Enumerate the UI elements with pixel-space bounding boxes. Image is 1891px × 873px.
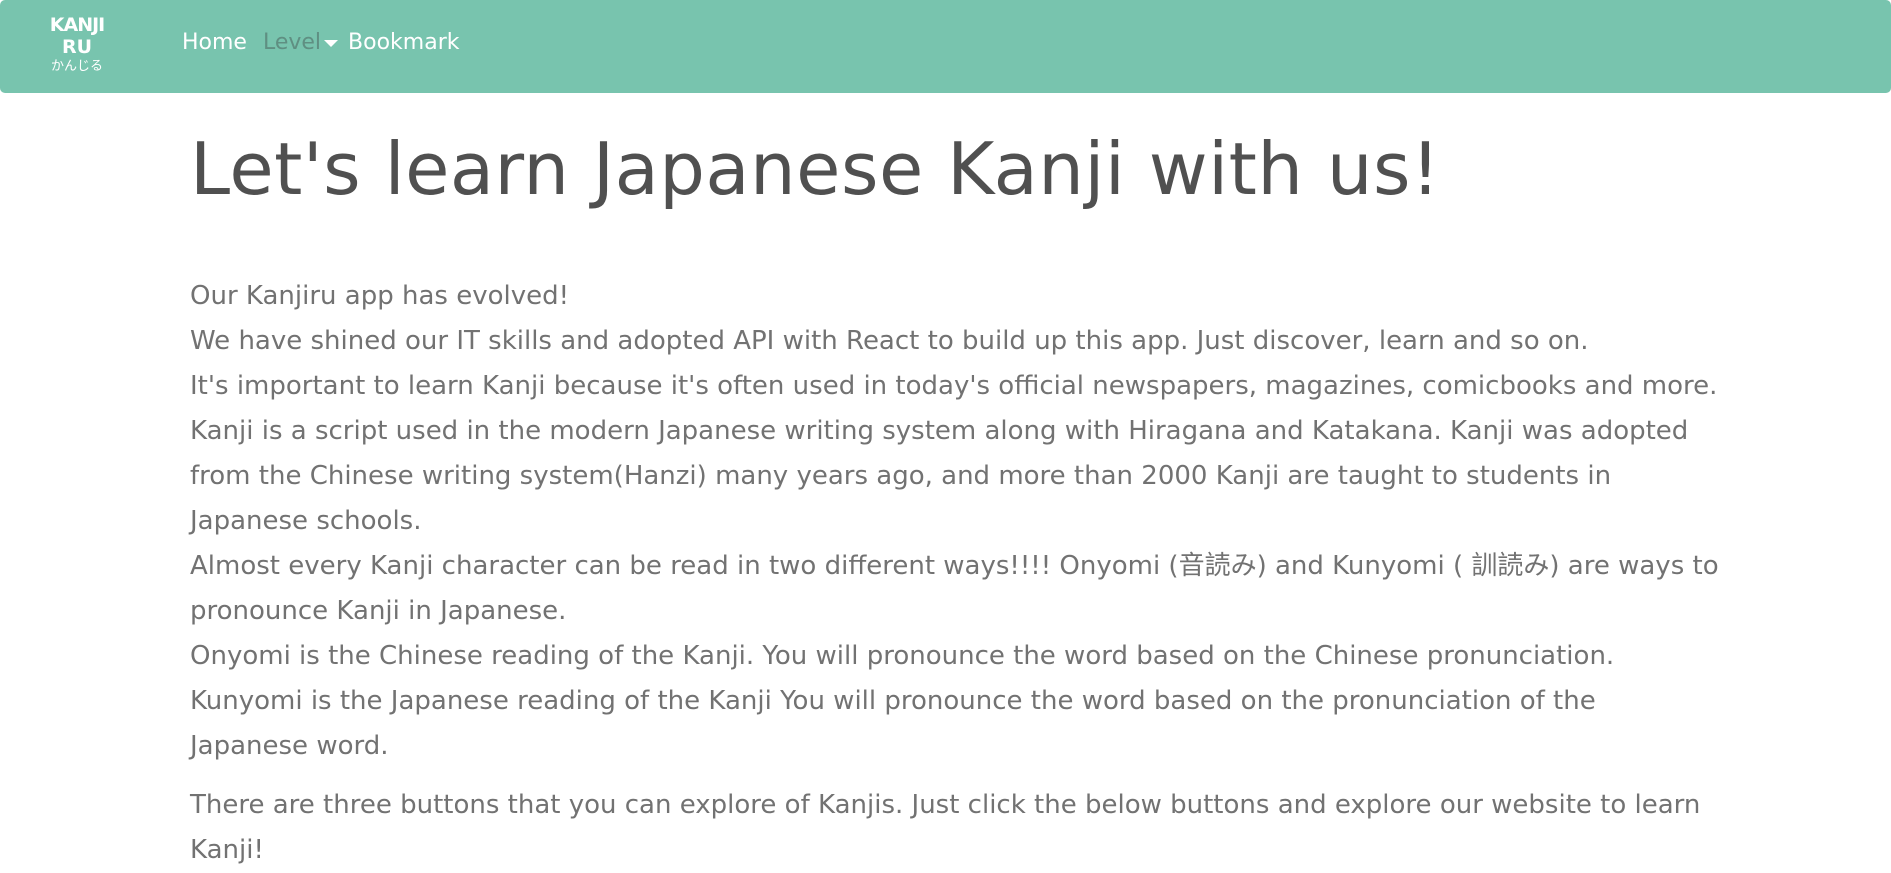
main-content: Let's learn Japanese Kanji with us! Our … [190,124,1720,873]
nav-level-dropdown[interactable]: Level [262,30,339,55]
explore-paragraph: There are three buttons that you can exp… [190,790,1701,865]
nav-links: Home Level Bookmark [182,30,460,55]
intro-paragraph-2: We have shined our IT skills and adopted… [190,326,1589,356]
logo-text-line2: RU [61,36,93,58]
intro-paragraph-6: Kunyomi is the Japanese reading of the K… [190,686,1596,761]
nav-bookmark-link[interactable]: Bookmark [348,30,459,55]
logo-text-line3: かんじる [50,59,103,74]
caret-down-icon [324,40,339,47]
intro-paragraph-1: Our Kanjiru app has evolved! [190,281,570,311]
intro-paragraph-4: Almost every Kanji character can be read… [190,551,1719,626]
intro-paragraph-3: It's important to learn Kanji because it… [190,371,1718,536]
intro-text: Our Kanjiru app has evolved! We have shi… [190,274,1720,769]
intro-paragraph-5: Onyomi is the Chinese reading of the Kan… [190,641,1615,671]
navbar: KANJI RU かんじる Home Level Bookmark [0,0,1891,93]
nav-level-label: Level [262,30,322,55]
logo-text-line1: KANJI [49,14,105,36]
nav-home-link[interactable]: Home [182,30,247,55]
page-title: Let's learn Japanese Kanji with us! [190,127,1441,211]
brand-logo[interactable]: KANJI RU かんじる [40,14,114,88]
